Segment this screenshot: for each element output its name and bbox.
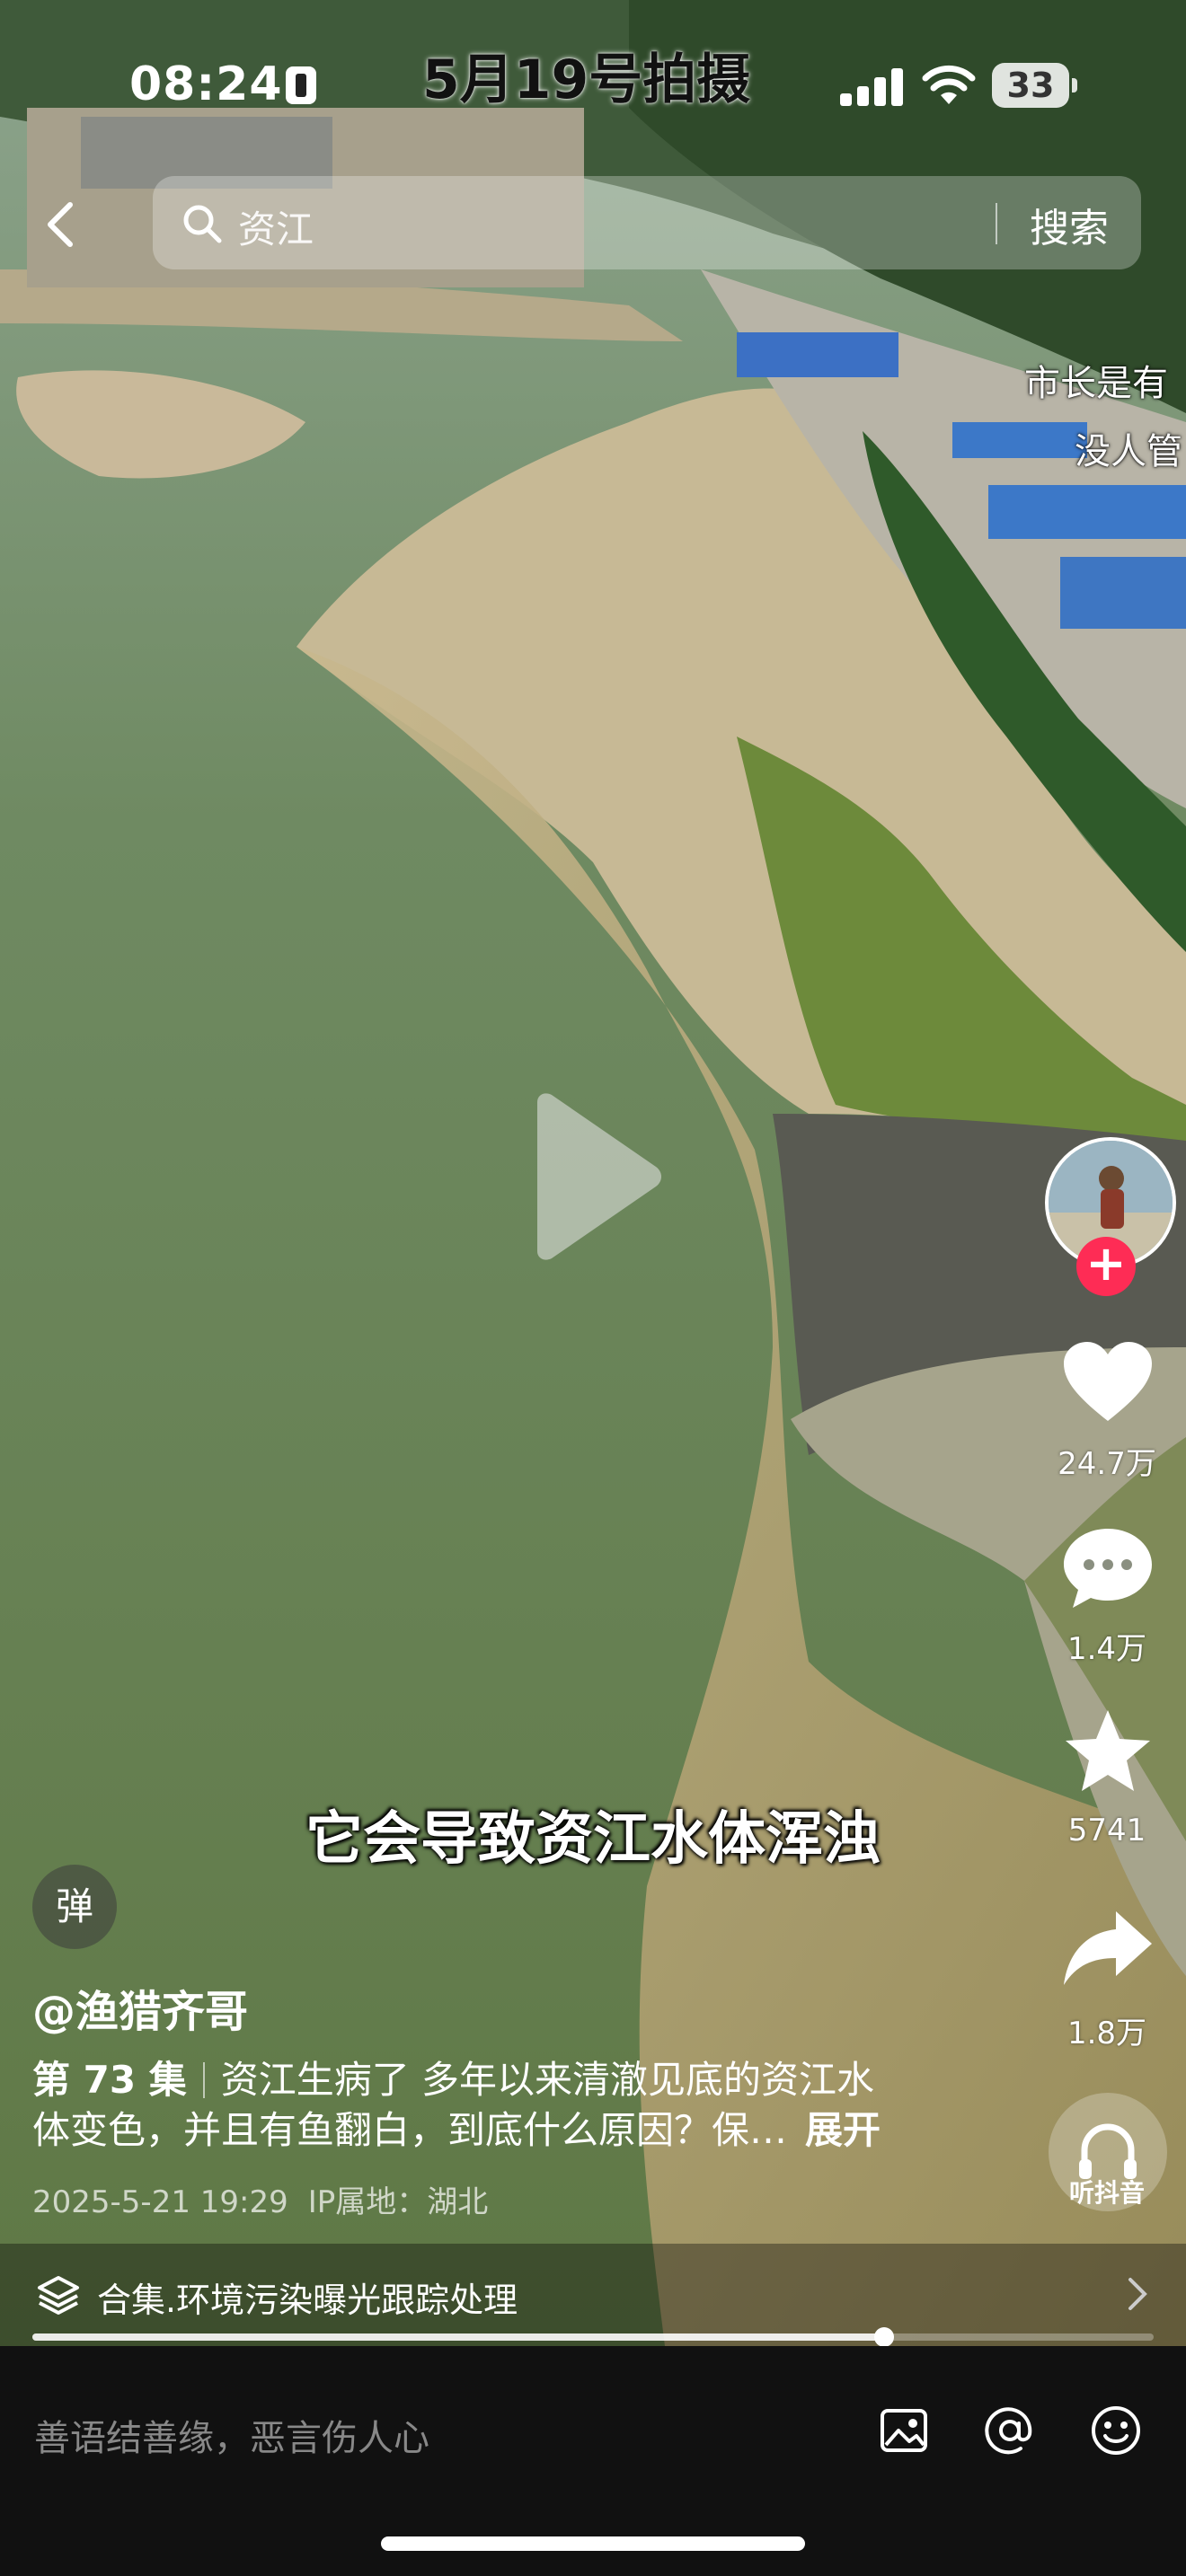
wifi-icon bbox=[922, 65, 976, 104]
expand-link[interactable]: 展开 bbox=[805, 2108, 881, 2152]
play-icon[interactable] bbox=[521, 1091, 665, 1262]
danmu-toggle[interactable]: 弹 bbox=[32, 1865, 117, 1949]
chevron-right-icon bbox=[1128, 2278, 1147, 2310]
comment-icon[interactable] bbox=[1060, 1523, 1155, 1613]
search-button[interactable]: 搜索 bbox=[1030, 196, 1109, 253]
status-time: 08:24 bbox=[129, 57, 283, 111]
video-overlay-text-2: 没人管 bbox=[1075, 431, 1182, 472]
video-date-overlay: 5月19号拍摄 bbox=[422, 49, 751, 111]
follow-button[interactable]: + bbox=[1076, 1237, 1136, 1296]
home-indicator[interactable] bbox=[381, 2536, 805, 2551]
battery-indicator: 33 bbox=[992, 63, 1077, 108]
comment-input[interactable]: 善语结善缘，恶言伤人心 bbox=[34, 2409, 429, 2461]
episode-label: 第 73 集 bbox=[32, 2058, 187, 2102]
video-overlay-text-1: 市长是有 bbox=[1024, 363, 1168, 404]
author-name[interactable]: @渔猎齐哥 bbox=[32, 1976, 248, 2039]
description-line-1: 资江生病了 多年以来清澈见底的资江水 bbox=[220, 2058, 875, 2102]
status-bar: 08:24 5月19号拍摄 33 bbox=[0, 0, 1186, 171]
heart-icon[interactable] bbox=[1060, 1338, 1155, 1428]
id-badge-icon bbox=[286, 66, 316, 104]
video-subtitle: 它会导致资江水体浑浊 bbox=[305, 1806, 881, 1873]
back-icon[interactable] bbox=[36, 198, 90, 251]
search-icon bbox=[183, 205, 222, 243]
layers-icon bbox=[38, 2276, 79, 2315]
collection-label: 合集.环境污染曝光跟踪处理 bbox=[97, 2280, 518, 2320]
like-count: 24.7万 bbox=[1058, 1446, 1156, 1482]
search-input[interactable]: 资江 搜索 bbox=[153, 176, 1141, 269]
post-datetime: 2025-5-21 19:29 bbox=[32, 2184, 288, 2220]
video-progress-bar[interactable] bbox=[32, 2327, 1154, 2347]
at-icon[interactable] bbox=[983, 2404, 1037, 2457]
favorite-count: 5741 bbox=[1067, 1813, 1146, 1848]
ip-location: IP属地：湖北 bbox=[307, 2184, 489, 2220]
search-row: 资江 搜索 bbox=[0, 171, 1186, 278]
episode-divider bbox=[202, 2062, 205, 2098]
progress-fill bbox=[32, 2333, 885, 2341]
share-icon[interactable] bbox=[1060, 1904, 1155, 1994]
description-line-2: 体变色，并且有鱼翻白，到底什么原因？保… bbox=[32, 2108, 788, 2152]
search-query: 资江 bbox=[238, 207, 314, 251]
emoji-icon[interactable] bbox=[1089, 2404, 1143, 2457]
star-icon[interactable] bbox=[1060, 1707, 1155, 1796]
listen-label: 听抖音 bbox=[1068, 2178, 1145, 2208]
image-icon[interactable] bbox=[877, 2404, 931, 2457]
comment-count: 1.4万 bbox=[1067, 1631, 1147, 1667]
search-divider bbox=[996, 203, 997, 244]
cellular-signal-icon bbox=[840, 66, 903, 106]
post-meta: 2025-5-21 19:29 IP属地：湖北 bbox=[32, 2177, 488, 2221]
share-count: 1.8万 bbox=[1067, 2016, 1147, 2051]
video-description[interactable]: 第 73 集资江生病了 多年以来清澈见底的资江水 体变色，并且有鱼翻白，到底什么… bbox=[32, 2055, 940, 2156]
